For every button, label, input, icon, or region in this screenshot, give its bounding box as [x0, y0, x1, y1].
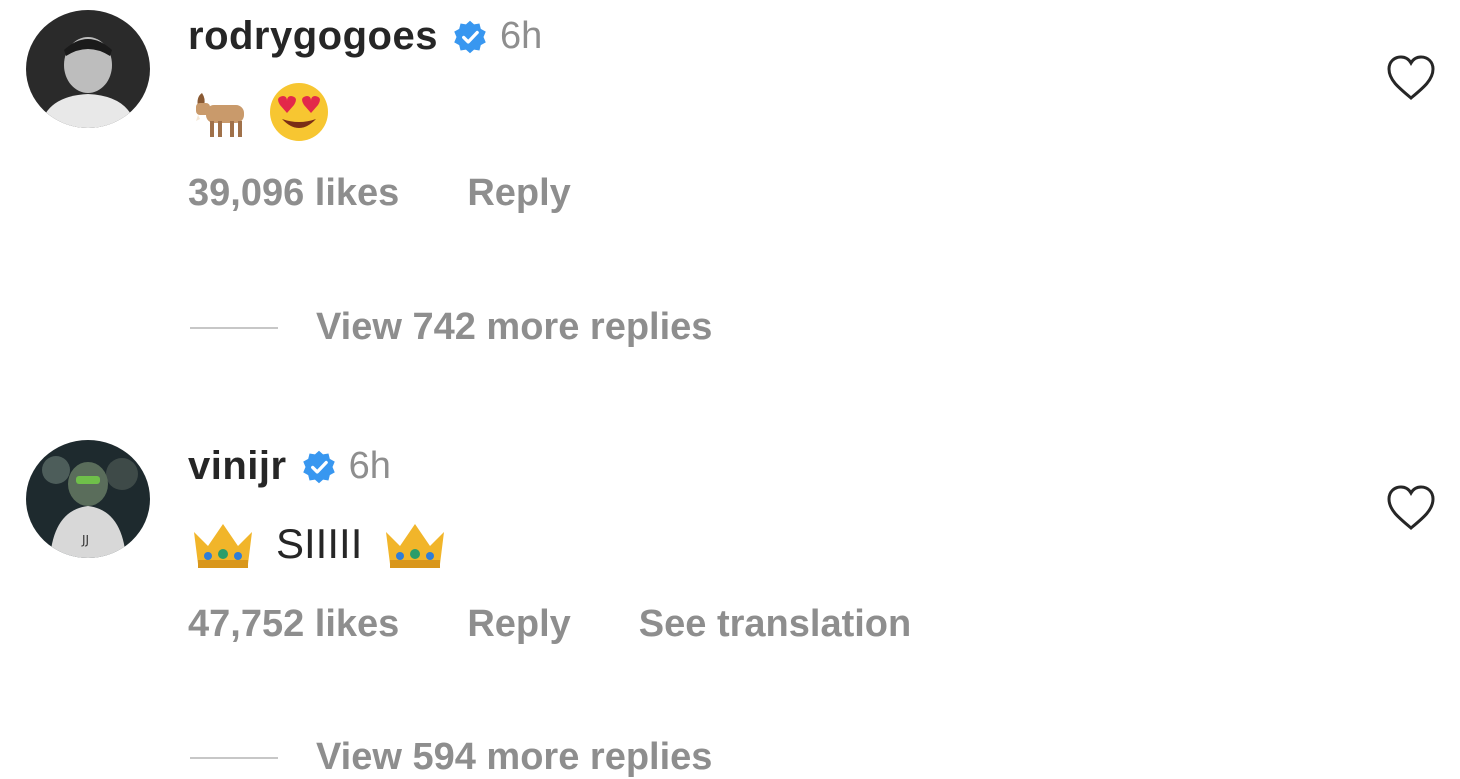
verified-badge-icon	[302, 450, 335, 483]
divider-line	[190, 326, 278, 329]
crown-emoji	[386, 524, 445, 568]
see-translation-button[interactable]: See translation	[639, 603, 911, 646]
comment-actions: 47,752 likes Reply See translation	[188, 603, 911, 646]
verified-badge-icon	[454, 20, 486, 53]
comment-body: SIIIII	[188, 512, 450, 576]
view-more-replies-label: View 594 more replies	[316, 736, 713, 778]
reply-button[interactable]: Reply	[467, 603, 570, 646]
view-more-replies-button[interactable]: View 594 more replies	[190, 736, 712, 779]
comment-body	[188, 82, 332, 142]
reply-button[interactable]: Reply	[467, 172, 570, 215]
avatar[interactable]: JJ	[26, 440, 150, 558]
likes-count[interactable]: 47,752 likes	[188, 603, 399, 646]
username[interactable]: rodrygogoes	[188, 14, 438, 59]
timestamp: 6h	[499, 15, 543, 57]
timestamp: 6h	[348, 445, 391, 487]
comment-header: rodrygogoes 6h	[188, 14, 542, 59]
heart-eyes-emoji	[270, 83, 328, 141]
view-more-replies-button[interactable]: View 742 more replies	[190, 306, 712, 349]
avatar[interactable]	[26, 10, 150, 128]
svg-text:JJ: JJ	[81, 533, 89, 547]
comment-actions: 39,096 likes Reply	[188, 172, 571, 215]
username[interactable]: vinijr	[188, 444, 287, 489]
heart-outline-icon[interactable]	[1385, 484, 1437, 532]
crown-emoji	[194, 524, 252, 568]
divider-line	[190, 756, 278, 759]
comment-header: vinijr 6h	[188, 444, 391, 489]
heart-outline-icon[interactable]	[1385, 54, 1437, 102]
comment-text: SIIIII	[276, 520, 363, 567]
view-more-replies-label: View 742 more replies	[316, 306, 713, 348]
goat-emoji	[196, 93, 244, 137]
likes-count[interactable]: 39,096 likes	[188, 172, 399, 215]
